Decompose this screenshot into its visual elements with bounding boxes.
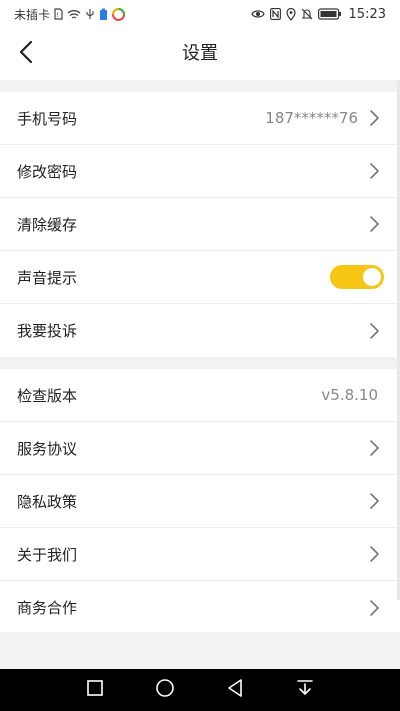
row-check-version[interactable]: 检查版本 v5.8.10 (0, 369, 400, 422)
chevron-right-icon (368, 492, 380, 510)
status-time: 15:23 (348, 6, 386, 22)
mute-icon (301, 8, 313, 20)
home-button[interactable] (150, 675, 180, 705)
settings-group-account: 手机号码 187******76 修改密码 清除缓存 声音提示 我要投诉 (0, 92, 400, 357)
page-title: 设置 (182, 43, 218, 64)
recent-apps-button[interactable] (80, 675, 110, 705)
system-nav-bar (0, 669, 400, 711)
triangle-back-icon (226, 678, 244, 702)
pull-down-icon (296, 679, 314, 701)
row-service-agreement[interactable]: 服务协议 (0, 422, 400, 475)
status-left: 未插卡 ! (14, 6, 126, 23)
chevron-right-icon (368, 599, 380, 617)
battery-icon (317, 8, 342, 20)
row-label: 服务协议 (17, 439, 78, 458)
nfc-icon (269, 8, 281, 20)
nav-bar: 设置 (0, 28, 400, 80)
sound-alert-toggle[interactable] (330, 265, 384, 289)
circle-icon (155, 678, 175, 702)
square-icon (86, 679, 104, 701)
row-about-us[interactable]: 关于我们 (0, 528, 400, 581)
settings-list: 手机号码 187******76 修改密码 清除缓存 声音提示 我要投诉 检查版… (0, 80, 400, 634)
phone-number-value: 187******76 (265, 109, 358, 127)
settings-group-about: 检查版本 v5.8.10 服务协议 隐私政策 关于我们 商务合作 (0, 369, 400, 634)
chevron-right-icon (368, 439, 380, 457)
group-gap (0, 357, 400, 369)
row-privacy-policy[interactable]: 隐私政策 (0, 475, 400, 528)
status-bar: 未插卡 ! 15:23 (0, 0, 400, 28)
back-arrow-icon (19, 40, 33, 68)
back-button[interactable] (10, 38, 42, 70)
row-label: 我要投诉 (17, 322, 78, 340)
chevron-right-icon (368, 109, 380, 127)
row-complaint[interactable]: 我要投诉 (0, 304, 400, 357)
chevron-right-icon (368, 162, 380, 180)
group-gap (0, 80, 400, 92)
chevron-right-icon (368, 215, 380, 233)
chevron-right-icon (368, 545, 380, 563)
row-label: 关于我们 (17, 545, 78, 564)
app-icon (112, 7, 126, 21)
back-nav-button[interactable] (220, 675, 250, 705)
location-icon (285, 7, 296, 21)
row-label: 商务合作 (17, 599, 78, 617)
row-label: 修改密码 (17, 162, 78, 181)
row-label: 隐私政策 (17, 492, 78, 511)
version-value: v5.8.10 (321, 386, 378, 404)
carrier-text: 未插卡 (14, 7, 51, 22)
row-change-password[interactable]: 修改密码 (0, 145, 400, 198)
usb-icon (85, 8, 95, 20)
row-phone-number[interactable]: 手机号码 187******76 (0, 92, 400, 145)
svg-text:!: ! (57, 12, 59, 19)
battery-saver-icon (99, 8, 108, 21)
sim-icon: ! (54, 8, 63, 20)
row-business-cooperation[interactable]: 商务合作 (0, 581, 400, 634)
wifi-icon (67, 9, 81, 20)
toggle-knob (363, 268, 381, 286)
row-label: 手机号码 (17, 109, 78, 128)
row-sound-alert: 声音提示 (0, 251, 400, 304)
row-label: 清除缓存 (17, 215, 78, 234)
chevron-right-icon (368, 322, 380, 340)
bottom-spacer (0, 632, 400, 669)
status-right: 15:23 (250, 6, 386, 22)
notification-pull-button[interactable] (290, 675, 320, 705)
row-label: 声音提示 (17, 268, 78, 287)
row-clear-cache[interactable]: 清除缓存 (0, 198, 400, 251)
row-label: 检查版本 (17, 386, 78, 405)
eye-icon (250, 9, 265, 19)
